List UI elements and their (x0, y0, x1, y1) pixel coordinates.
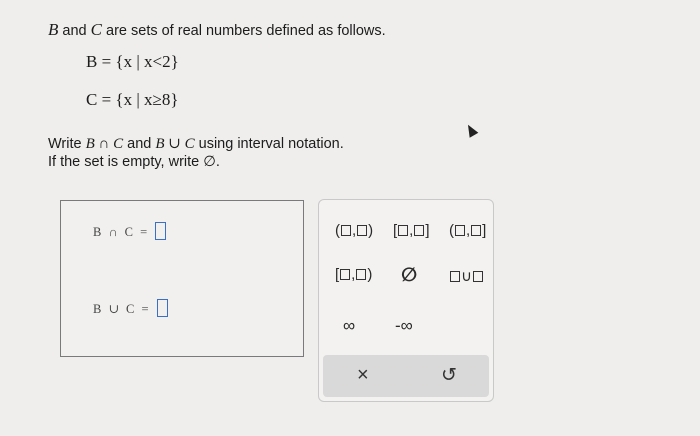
bracket-right: ] (482, 222, 487, 239)
slot-icon (357, 225, 368, 236)
clear-button[interactable]: × (357, 364, 369, 387)
paren-right: ) (367, 266, 373, 283)
undo-button[interactable]: ↺ (441, 364, 457, 387)
instruction-pre: Write (48, 136, 86, 152)
instruction: Write B ∩ C and B ∪ C using interval not… (48, 134, 344, 153)
union-row: B ∪ C = (93, 299, 168, 318)
union-button[interactable]: ∪ (449, 267, 484, 285)
instruction-union: B ∪ C (155, 136, 195, 152)
bracket-left: [ (393, 222, 398, 239)
paren-right: ) (368, 222, 374, 239)
empty-set-button[interactable]: ∅ (401, 264, 417, 287)
symbol-palette: (,) [,] (,] [,) ∅ ∪ ∞ -∞ × ↺ (318, 199, 494, 402)
palette-action-bar: × ↺ (323, 355, 489, 397)
paren-left: ( (449, 222, 454, 239)
open-closed-interval-button[interactable]: (,] (449, 222, 486, 239)
slot-icon (471, 225, 482, 236)
slot-icon (472, 271, 483, 282)
slot-icon (356, 269, 367, 280)
bracket-right: ] (425, 222, 430, 239)
answer-box: B ∩ C = B ∪ C = (60, 200, 304, 357)
union-symbol: ∪ (461, 268, 472, 285)
slot-icon (341, 225, 351, 236)
infinity-button[interactable]: ∞ (343, 316, 355, 336)
slot-icon (455, 225, 465, 236)
paren-left: ( (335, 222, 340, 239)
slot-icon (414, 225, 425, 236)
comma: , (351, 266, 356, 283)
intersection-answer-input[interactable] (155, 222, 167, 240)
comma: , (466, 222, 471, 239)
slot-icon (450, 271, 460, 282)
comma: , (352, 222, 357, 239)
set-c-definition: C = {x | x≥8} (86, 90, 179, 109)
union-label: B ∪ C = (93, 302, 151, 316)
var-b: B (48, 20, 59, 39)
empty-set-note: If the set is empty, write ∅. (48, 154, 220, 170)
slot-icon (398, 225, 409, 236)
closed-open-interval-button[interactable]: [,) (335, 266, 372, 283)
var-c: C (90, 20, 102, 39)
intersection-row: B ∩ C = (93, 222, 167, 241)
closed-closed-interval-button[interactable]: [,] (393, 222, 430, 239)
mouse-cursor-icon (463, 122, 479, 138)
instruction-post: using interval notation. (194, 136, 344, 152)
set-b-definition: B = {x | x<2} (86, 52, 179, 71)
bracket-left: [ (335, 266, 340, 283)
comma: , (409, 222, 414, 239)
instruction-intersection: B ∩ C (85, 136, 124, 152)
union-answer-input[interactable] (156, 299, 168, 317)
slot-icon (340, 269, 351, 280)
problem-intro: B and C are sets of real numbers defined… (48, 20, 386, 40)
intro-tail: are sets of real numbers defined as foll… (101, 23, 386, 39)
instruction-and: and (123, 136, 156, 152)
intersection-label: B ∩ C = (93, 225, 150, 239)
open-open-interval-button[interactable]: (,) (335, 222, 373, 239)
intro-and: and (58, 23, 91, 39)
negative-infinity-button[interactable]: -∞ (395, 316, 413, 336)
